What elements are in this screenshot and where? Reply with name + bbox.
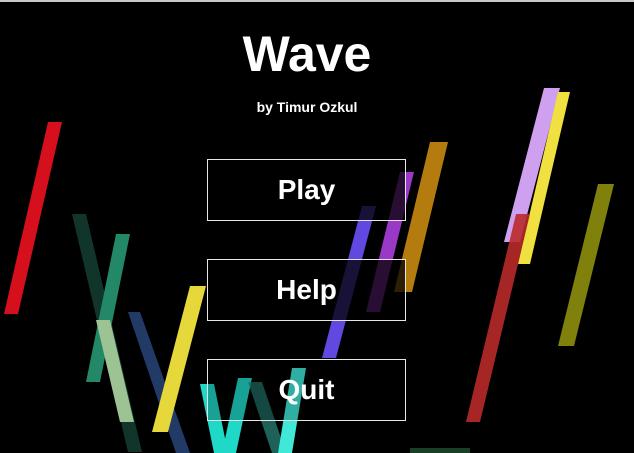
streak-bottom-green	[410, 448, 470, 453]
streak-yellow	[152, 286, 206, 432]
play-button-label: Play	[277, 174, 336, 205]
streak-olive	[558, 184, 614, 346]
game-author: by Timur Ozkul	[256, 99, 358, 115]
play-button[interactable]: Play	[207, 159, 406, 221]
streak-dark-red	[466, 214, 530, 422]
help-button-label: Help	[276, 274, 337, 305]
streak-red	[4, 122, 62, 314]
help-button[interactable]: Help	[207, 259, 406, 321]
game-title: Wave	[242, 26, 372, 82]
quit-button-label: Quit	[278, 374, 335, 405]
streak-green-x	[72, 214, 142, 452]
quit-button[interactable]: Quit	[207, 359, 406, 421]
